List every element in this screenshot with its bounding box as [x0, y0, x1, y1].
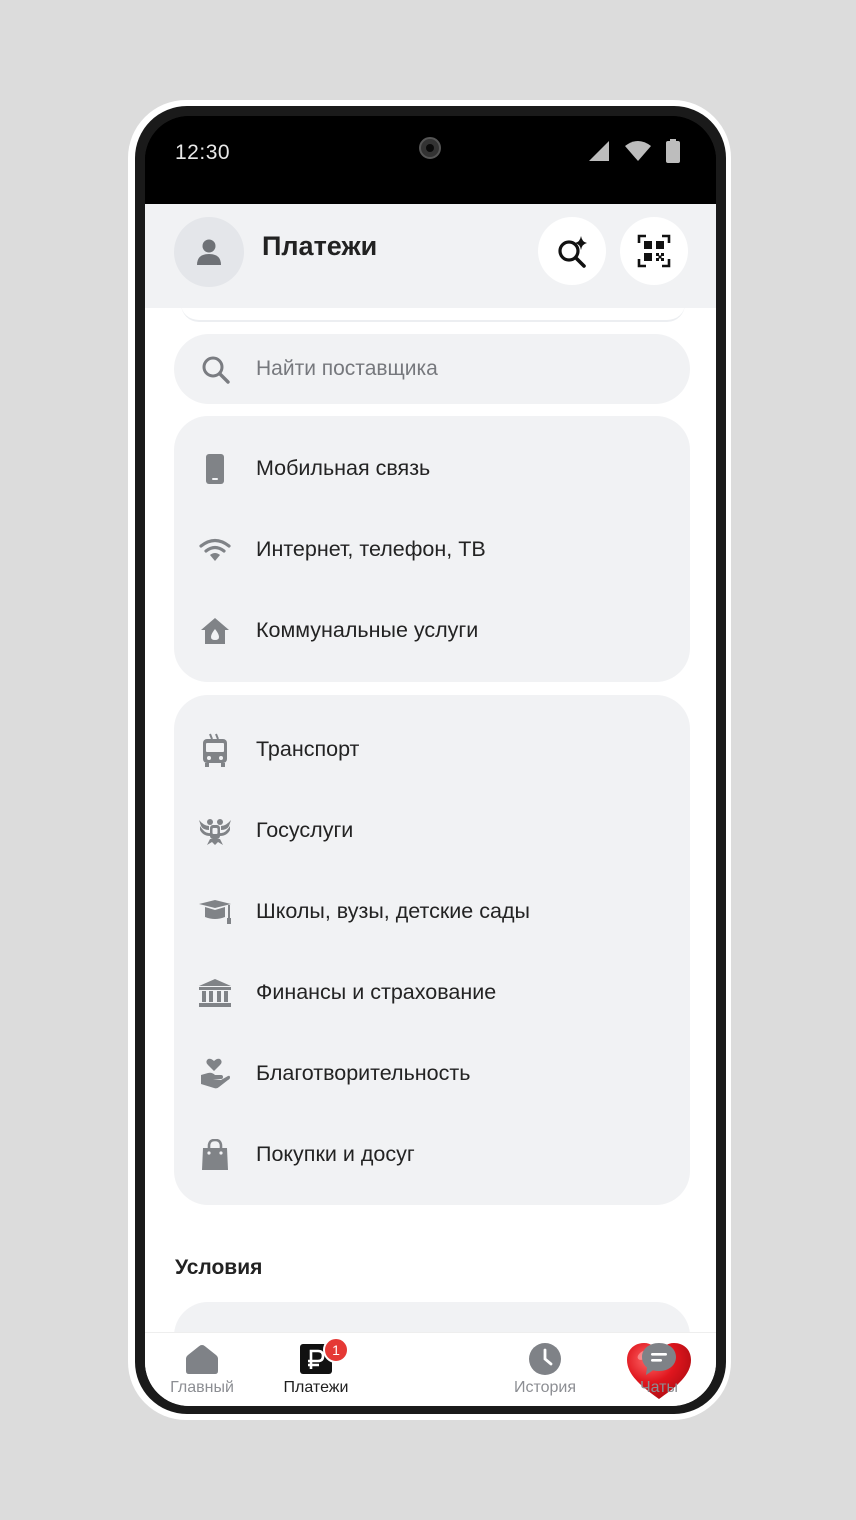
category-charity[interactable]: Благотворительность [174, 1033, 690, 1114]
category-group-utilities: Мобильная связь Интернет, телефон, ТВ Ко… [174, 416, 690, 682]
category-shopping[interactable]: Покупки и досуг [174, 1114, 690, 1195]
category-finance[interactable]: Финансы и страхование [174, 952, 690, 1033]
top-header: Платежи [145, 204, 716, 308]
tab-label: Чаты [639, 1379, 679, 1396]
status-bar: 12:30 [145, 116, 716, 204]
phone-icon [198, 452, 232, 486]
eagle-emblem-icon [198, 814, 232, 848]
tab-home[interactable]: Главный [145, 1333, 259, 1406]
qr-scan-button[interactable] [620, 217, 688, 285]
category-label: Финансы и страхование [256, 980, 497, 1004]
conditions-section-title: Условия [175, 1256, 263, 1279]
chat-bubble-icon [641, 1341, 677, 1377]
phone-screen: 12:30 Платежи Найти поставщика Мобильная… [145, 116, 716, 1406]
category-group-services: Транспорт Госуслуги Школы, вузы, детские… [174, 695, 690, 1205]
qr-code-icon [637, 234, 671, 268]
cellular-signal-icon [589, 141, 609, 161]
smart-search-button[interactable] [538, 217, 606, 285]
tab-label: Главный [170, 1379, 234, 1396]
category-label: Мобильная связь [256, 456, 431, 480]
tab-favorites[interactable] [373, 1333, 691, 1406]
tab-payments[interactable]: 1 Платежи [259, 1333, 373, 1406]
category-label: Коммунальные услуги [256, 618, 479, 642]
clock-icon [527, 1341, 563, 1377]
profile-avatar-button[interactable] [174, 217, 244, 287]
provider-search-input[interactable] [256, 334, 656, 404]
search-icon [202, 356, 230, 384]
home-icon [184, 1341, 220, 1377]
status-time: 12:30 [175, 141, 231, 164]
category-education[interactable]: Школы, вузы, детские сады [174, 871, 690, 952]
graduation-cap-icon [198, 895, 232, 929]
person-icon [197, 239, 221, 265]
provider-search-bar[interactable] [174, 334, 690, 404]
bottom-tab-bar: Главный 1 Платежи История Чаты [145, 1332, 716, 1406]
tab-history[interactable]: История [488, 1333, 602, 1406]
payments-screen: Платежи Найти поставщика Мобильная связь… [145, 204, 716, 1406]
payments-badge: 1 [323, 1337, 349, 1363]
house-icon [198, 614, 232, 648]
tab-chats[interactable]: Чаты [602, 1333, 716, 1406]
heart-hand-icon [198, 1057, 232, 1091]
wifi-status-icon [625, 141, 651, 161]
category-label: Транспорт [256, 737, 360, 761]
tab-label: История [513, 1379, 577, 1396]
category-gosuslugi[interactable]: Госуслуги [174, 790, 690, 871]
status-icons [588, 138, 680, 164]
category-label: Интернет, телефон, ТВ [256, 537, 486, 561]
trolleybus-icon [198, 733, 232, 767]
category-label: Госуслуги [256, 818, 354, 842]
category-internet[interactable]: Интернет, телефон, ТВ [174, 509, 690, 590]
category-transport[interactable]: Транспорт [174, 709, 690, 790]
category-label: Школы, вузы, детские сады [256, 899, 530, 923]
shopping-bag-icon [198, 1138, 232, 1172]
category-mobile[interactable]: Мобильная связь [174, 428, 690, 509]
tab-label: Платежи [283, 1379, 349, 1396]
category-label: Благотворительность [256, 1061, 471, 1085]
wifi-icon [198, 533, 232, 567]
page-title: Платежи [262, 231, 378, 261]
battery-icon [666, 139, 680, 163]
front-camera [419, 137, 441, 159]
category-utilities[interactable]: Коммунальные услуги [174, 590, 690, 671]
bank-icon [198, 976, 232, 1010]
sparkle-search-icon [558, 236, 587, 268]
category-label: Покупки и досуг [256, 1142, 415, 1166]
